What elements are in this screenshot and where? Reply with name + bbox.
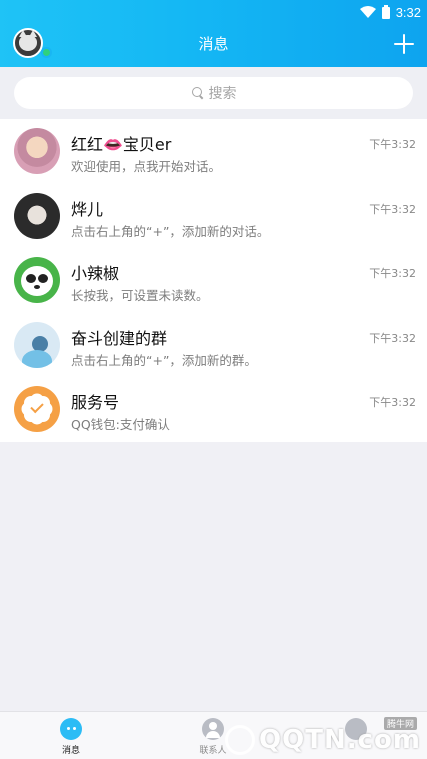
conversation-item[interactable]: 烨儿 点击右上角的“+”，添加新的对话。 下午3:32 — [0, 184, 427, 249]
panda-face — [21, 266, 53, 297]
tab-messages[interactable]: 消息 — [41, 718, 101, 756]
add-plus-icon[interactable] — [394, 34, 414, 54]
conversation-list: 红红👄宝贝er 欢迎使用，点我开始对话。 下午3:32 烨儿 点击右上角的“+”… — [0, 119, 427, 442]
conversation-name: 烨儿 — [71, 199, 104, 219]
conversation-preview: 欢迎使用，点我开始对话。 — [71, 159, 222, 174]
conversation-name: 小辣椒 — [71, 264, 120, 284]
conversation-item[interactable]: 服务号 QQ钱包:支付确认 下午3:32 — [0, 377, 427, 442]
conversation-time: 下午3:32 — [369, 396, 416, 410]
conversation-time: 下午3:32 — [369, 138, 416, 151]
status-bar: 3:32 — [359, 3, 421, 21]
conversation-item[interactable]: 红红👄宝贝er 欢迎使用，点我开始对话。 下午3:32 — [0, 119, 427, 184]
conversation-time: 下午3:32 — [369, 267, 416, 281]
chat-bubble-icon — [60, 718, 82, 740]
watermark-logo-icon — [225, 725, 256, 755]
conversation-item[interactable]: 奋斗创建的群 点击右上角的“+”，添加新的群。 下午3:32 — [0, 313, 427, 378]
search-input[interactable]: 搜索 — [14, 77, 413, 109]
tab-label: 消息 — [61, 746, 80, 756]
conversation-item[interactable]: 小辣椒 长按我，可设置未读数。 下午3:32 — [0, 248, 427, 313]
avatar — [14, 128, 60, 174]
conversation-time: 下午3:32 — [369, 202, 416, 216]
conversation-preview: QQ钱包:支付确认 — [71, 417, 170, 433]
conversation-preview: 点击右上角的“+”，添加新的群。 — [71, 352, 257, 368]
conversation-name: 服务号 — [71, 393, 120, 413]
conversation-time: 下午3:32 — [369, 331, 416, 345]
top-header: 3:32 消息 — [0, 0, 427, 67]
search-icon — [191, 86, 205, 100]
group-person-body — [22, 349, 52, 368]
conversation-name: 奋斗创建的群 — [71, 328, 168, 348]
watermark: QQTN.com 腾牛网 — [225, 717, 421, 755]
page-title: 消息 — [198, 35, 229, 53]
conversation-name: 红红👄宝贝er — [71, 135, 172, 154]
battery-icon — [381, 5, 390, 19]
conversation-preview: 点击右上角的“+”，添加新的对话。 — [71, 223, 270, 239]
bottom-tab-bar: 消息 联系人 QQTN.com 腾牛网 — [0, 711, 427, 759]
clock: 3:32 — [395, 4, 421, 20]
service-badge-avatar — [14, 386, 60, 433]
contacts-icon — [202, 718, 224, 740]
panda-avatar — [14, 257, 60, 304]
wifi-icon — [359, 6, 376, 18]
watermark-small-text: 腾牛网 — [383, 717, 417, 730]
avatar — [14, 192, 60, 239]
conversation-preview: 长按我，可设置未读数。 — [71, 288, 209, 304]
search-placeholder: 搜索 — [208, 86, 237, 102]
group-avatar — [14, 321, 60, 368]
search-area: 搜索 — [0, 67, 427, 119]
